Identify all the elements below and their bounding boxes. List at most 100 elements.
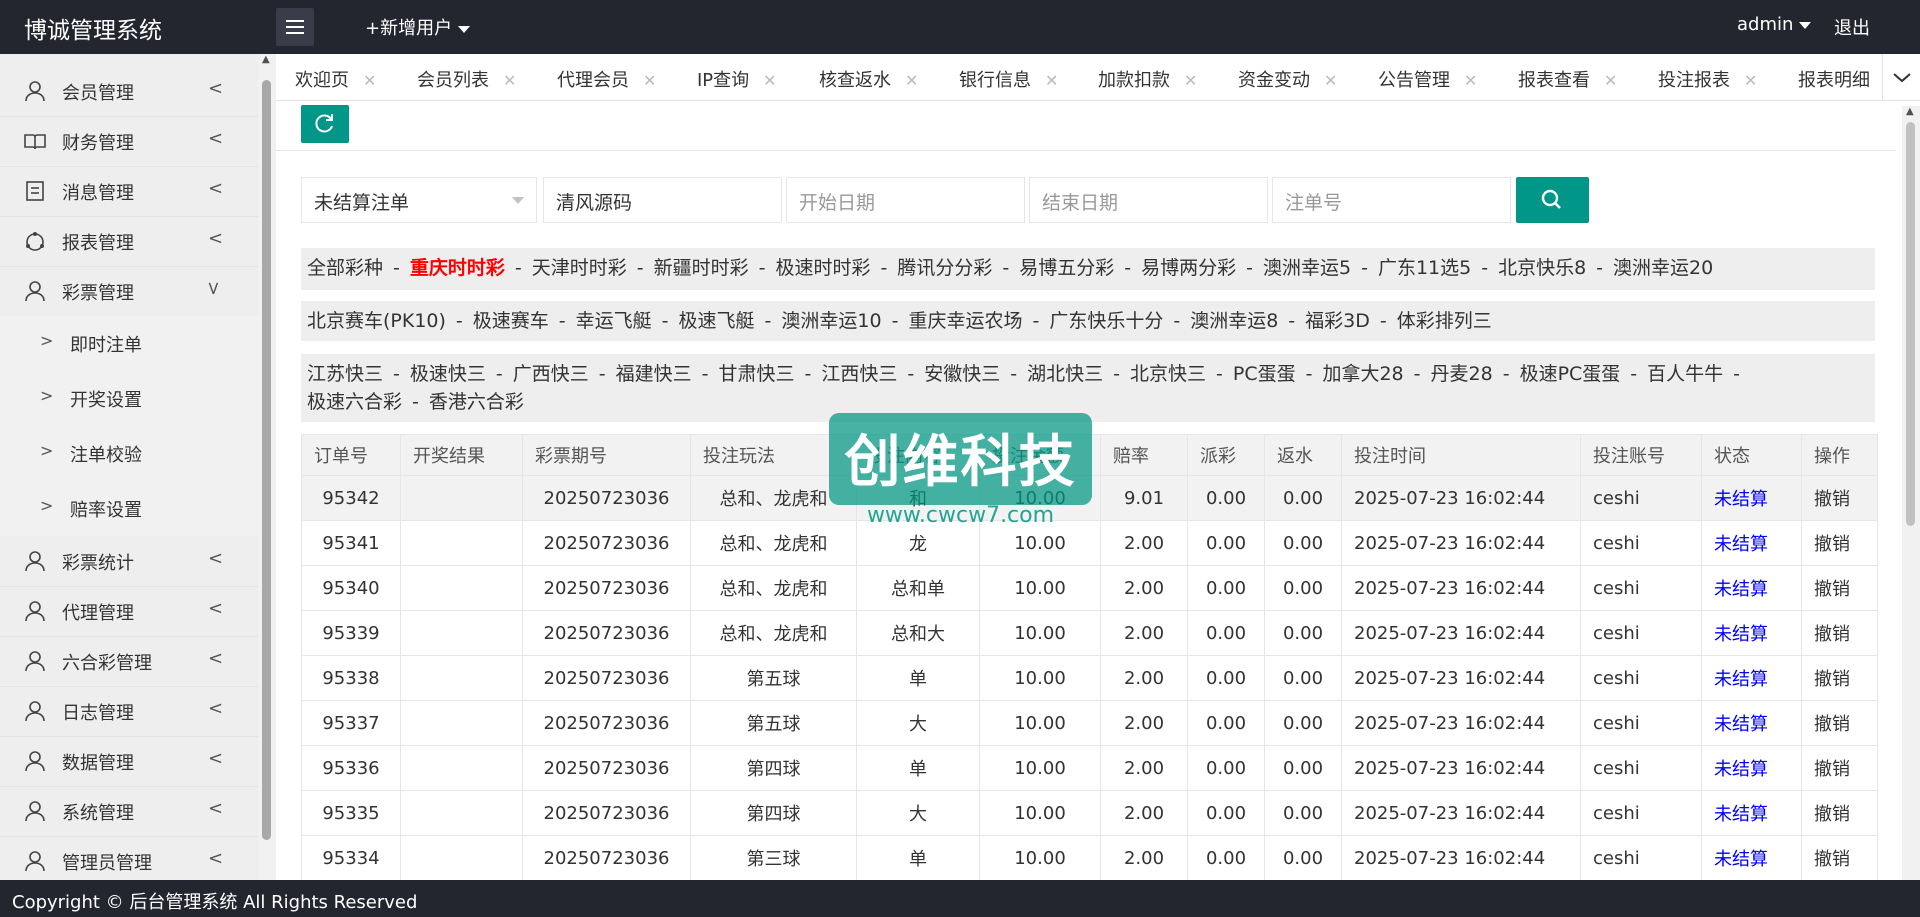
cancel-link[interactable]: 撤销 bbox=[1801, 790, 1878, 836]
lottery-link[interactable]: 极速快三 bbox=[410, 363, 486, 385]
lottery-link[interactable]: 澳洲幸运20 bbox=[1613, 257, 1713, 279]
status-link[interactable]: 未结算 bbox=[1701, 565, 1802, 611]
lottery-link[interactable]: PC蛋蛋 bbox=[1233, 363, 1296, 385]
sidebar-item-messages[interactable]: 消息管理 < bbox=[0, 166, 258, 217]
tab-bank-info[interactable]: 银行信息 ✕ bbox=[959, 66, 1058, 92]
cancel-link[interactable]: 撤销 bbox=[1801, 475, 1878, 521]
add-user-button[interactable]: +新增用户 bbox=[365, 14, 471, 40]
tab-member-list[interactable]: 会员列表 ✕ bbox=[417, 66, 516, 92]
cancel-link[interactable]: 撤销 bbox=[1801, 520, 1878, 566]
search-button[interactable] bbox=[1516, 177, 1589, 223]
lottery-link[interactable]: 极速六合彩 bbox=[307, 391, 402, 413]
cancel-link[interactable]: 撤销 bbox=[1801, 700, 1878, 746]
lottery-link[interactable]: 福建快三 bbox=[616, 363, 692, 385]
main-scrollbar[interactable]: ▲ bbox=[1902, 106, 1920, 880]
sidebar-item-finance[interactable]: 财务管理 < bbox=[0, 116, 258, 167]
sidebar-item-system[interactable]: 系统管理 < bbox=[0, 786, 258, 837]
lottery-link[interactable]: 广东快乐十分 bbox=[1049, 310, 1163, 332]
sidebar-item-logs[interactable]: 日志管理 < bbox=[0, 686, 258, 737]
scroll-up-icon[interactable]: ▲ bbox=[1906, 106, 1914, 117]
refresh-button[interactable] bbox=[301, 105, 349, 143]
lottery-link[interactable]: 北京快三 bbox=[1130, 363, 1206, 385]
admin-menu[interactable]: admin bbox=[1737, 14, 1812, 35]
cancel-link[interactable]: 撤销 bbox=[1801, 565, 1878, 611]
sidebar-item-lottery[interactable]: 彩票管理 < bbox=[0, 266, 258, 317]
sidebar-scroll-thumb[interactable] bbox=[262, 80, 271, 840]
sidebar-scrollbar[interactable]: ▲ bbox=[258, 54, 276, 880]
lottery-link[interactable]: 新疆时时彩 bbox=[654, 257, 749, 279]
end-date-input[interactable]: 结束日期 bbox=[1029, 177, 1268, 223]
lottery-link[interactable]: 湖北快三 bbox=[1027, 363, 1103, 385]
lottery-link[interactable]: 广东11选5 bbox=[1378, 257, 1471, 279]
lottery-link[interactable]: 幸运飞艇 bbox=[576, 310, 652, 332]
status-link[interactable]: 未结算 bbox=[1701, 745, 1802, 791]
lottery-link[interactable]: 腾讯分分彩 bbox=[897, 257, 992, 279]
tab-report-view[interactable]: 报表查看 ✕ bbox=[1518, 66, 1617, 92]
status-link[interactable]: 未结算 bbox=[1701, 610, 1802, 656]
close-icon[interactable]: ✕ bbox=[643, 71, 656, 90]
lottery-link[interactable]: 甘肃快三 bbox=[719, 363, 795, 385]
sidebar-subitem-live-bets[interactable]: > 即时注单 bbox=[0, 316, 258, 371]
lottery-link[interactable]: 全部彩种 bbox=[307, 257, 383, 279]
cancel-link[interactable]: 撤销 bbox=[1801, 610, 1878, 656]
tab-ip-query[interactable]: IP查询 ✕ bbox=[697, 66, 777, 92]
lottery-link[interactable]: 丹麦28 bbox=[1431, 363, 1493, 385]
status-link[interactable]: 未结算 bbox=[1701, 835, 1802, 881]
lottery-link[interactable]: 江西快三 bbox=[821, 363, 897, 385]
status-link[interactable]: 未结算 bbox=[1701, 790, 1802, 836]
tab-report-detail[interactable]: 报表明细 bbox=[1798, 66, 1870, 92]
close-icon[interactable]: ✕ bbox=[1324, 71, 1337, 90]
sidebar-item-mark-six[interactable]: 六合彩管理 < bbox=[0, 636, 258, 687]
sidebar-item-lottery-stats[interactable]: 彩票统计 < bbox=[0, 536, 258, 587]
status-link[interactable]: 未结算 bbox=[1701, 700, 1802, 746]
sidebar-item-admins[interactable]: 管理员管理 < bbox=[0, 836, 258, 880]
logout-link[interactable]: 退出 bbox=[1834, 14, 1870, 40]
cancel-link[interactable]: 撤销 bbox=[1801, 745, 1878, 791]
tab-add-deduct[interactable]: 加款扣款 ✕ bbox=[1098, 66, 1197, 92]
tab-rebate-check[interactable]: 核查返水 ✕ bbox=[819, 66, 918, 92]
lottery-link[interactable]: 福彩3D bbox=[1305, 310, 1370, 332]
lottery-link[interactable]: 澳洲幸运10 bbox=[781, 310, 881, 332]
lottery-link[interactable]: 北京赛车(PK10) bbox=[307, 310, 446, 332]
cancel-link[interactable]: 撤销 bbox=[1801, 835, 1878, 881]
lottery-link[interactable]: 重庆幸运农场 bbox=[908, 310, 1022, 332]
status-select[interactable]: 未结算注单 bbox=[301, 177, 537, 223]
lottery-link[interactable]: 重庆时时彩 bbox=[410, 257, 505, 279]
lottery-link[interactable]: 易博五分彩 bbox=[1019, 257, 1114, 279]
close-icon[interactable]: ✕ bbox=[763, 71, 776, 90]
lottery-link[interactable]: 体彩排列三 bbox=[1397, 310, 1492, 332]
close-icon[interactable]: ✕ bbox=[503, 71, 516, 90]
sidebar-item-reports[interactable]: 报表管理 < bbox=[0, 216, 258, 267]
tab-announcements[interactable]: 公告管理 ✕ bbox=[1378, 66, 1477, 92]
lottery-link[interactable]: 天津时时彩 bbox=[532, 257, 627, 279]
sidebar-subitem-bet-verify[interactable]: > 注单校验 bbox=[0, 426, 258, 481]
sidebar-item-members[interactable]: 会员管理 < bbox=[0, 66, 258, 117]
lottery-link[interactable]: 香港六合彩 bbox=[429, 391, 524, 413]
main-scroll-thumb[interactable] bbox=[1906, 122, 1915, 526]
status-link[interactable]: 未结算 bbox=[1701, 475, 1802, 521]
lottery-link[interactable]: 广西快三 bbox=[513, 363, 589, 385]
scroll-up-icon[interactable]: ▲ bbox=[262, 54, 270, 65]
lottery-link[interactable]: 安徽快三 bbox=[924, 363, 1000, 385]
close-icon[interactable]: ✕ bbox=[1045, 71, 1058, 90]
close-icon[interactable]: ✕ bbox=[1744, 71, 1757, 90]
close-icon[interactable]: ✕ bbox=[905, 71, 918, 90]
close-icon[interactable]: ✕ bbox=[363, 71, 376, 90]
lottery-link[interactable]: 极速赛车 bbox=[473, 310, 549, 332]
menu-toggle-button[interactable] bbox=[276, 8, 314, 46]
tab-welcome[interactable]: 欢迎页 ✕ bbox=[295, 66, 376, 92]
lottery-link[interactable]: 百人牛牛 bbox=[1647, 363, 1723, 385]
lottery-link[interactable]: 江苏快三 bbox=[307, 363, 383, 385]
close-icon[interactable]: ✕ bbox=[1464, 71, 1477, 90]
lottery-link[interactable]: 加拿大28 bbox=[1322, 363, 1403, 385]
lottery-link[interactable]: 易博两分彩 bbox=[1141, 257, 1236, 279]
lottery-link[interactable]: 澳洲幸运5 bbox=[1263, 257, 1351, 279]
sidebar-subitem-odds-settings[interactable]: > 赔率设置 bbox=[0, 481, 258, 536]
sidebar-subitem-draw-settings[interactable]: > 开奖设置 bbox=[0, 371, 258, 426]
tab-bet-report[interactable]: 投注报表 ✕ bbox=[1658, 66, 1757, 92]
order-no-input[interactable]: 注单号 bbox=[1272, 177, 1511, 223]
start-date-input[interactable]: 开始日期 bbox=[786, 177, 1025, 223]
sidebar-item-agents[interactable]: 代理管理 < bbox=[0, 586, 258, 637]
cancel-link[interactable]: 撤销 bbox=[1801, 655, 1878, 701]
tabs-more-button[interactable] bbox=[1882, 54, 1920, 100]
